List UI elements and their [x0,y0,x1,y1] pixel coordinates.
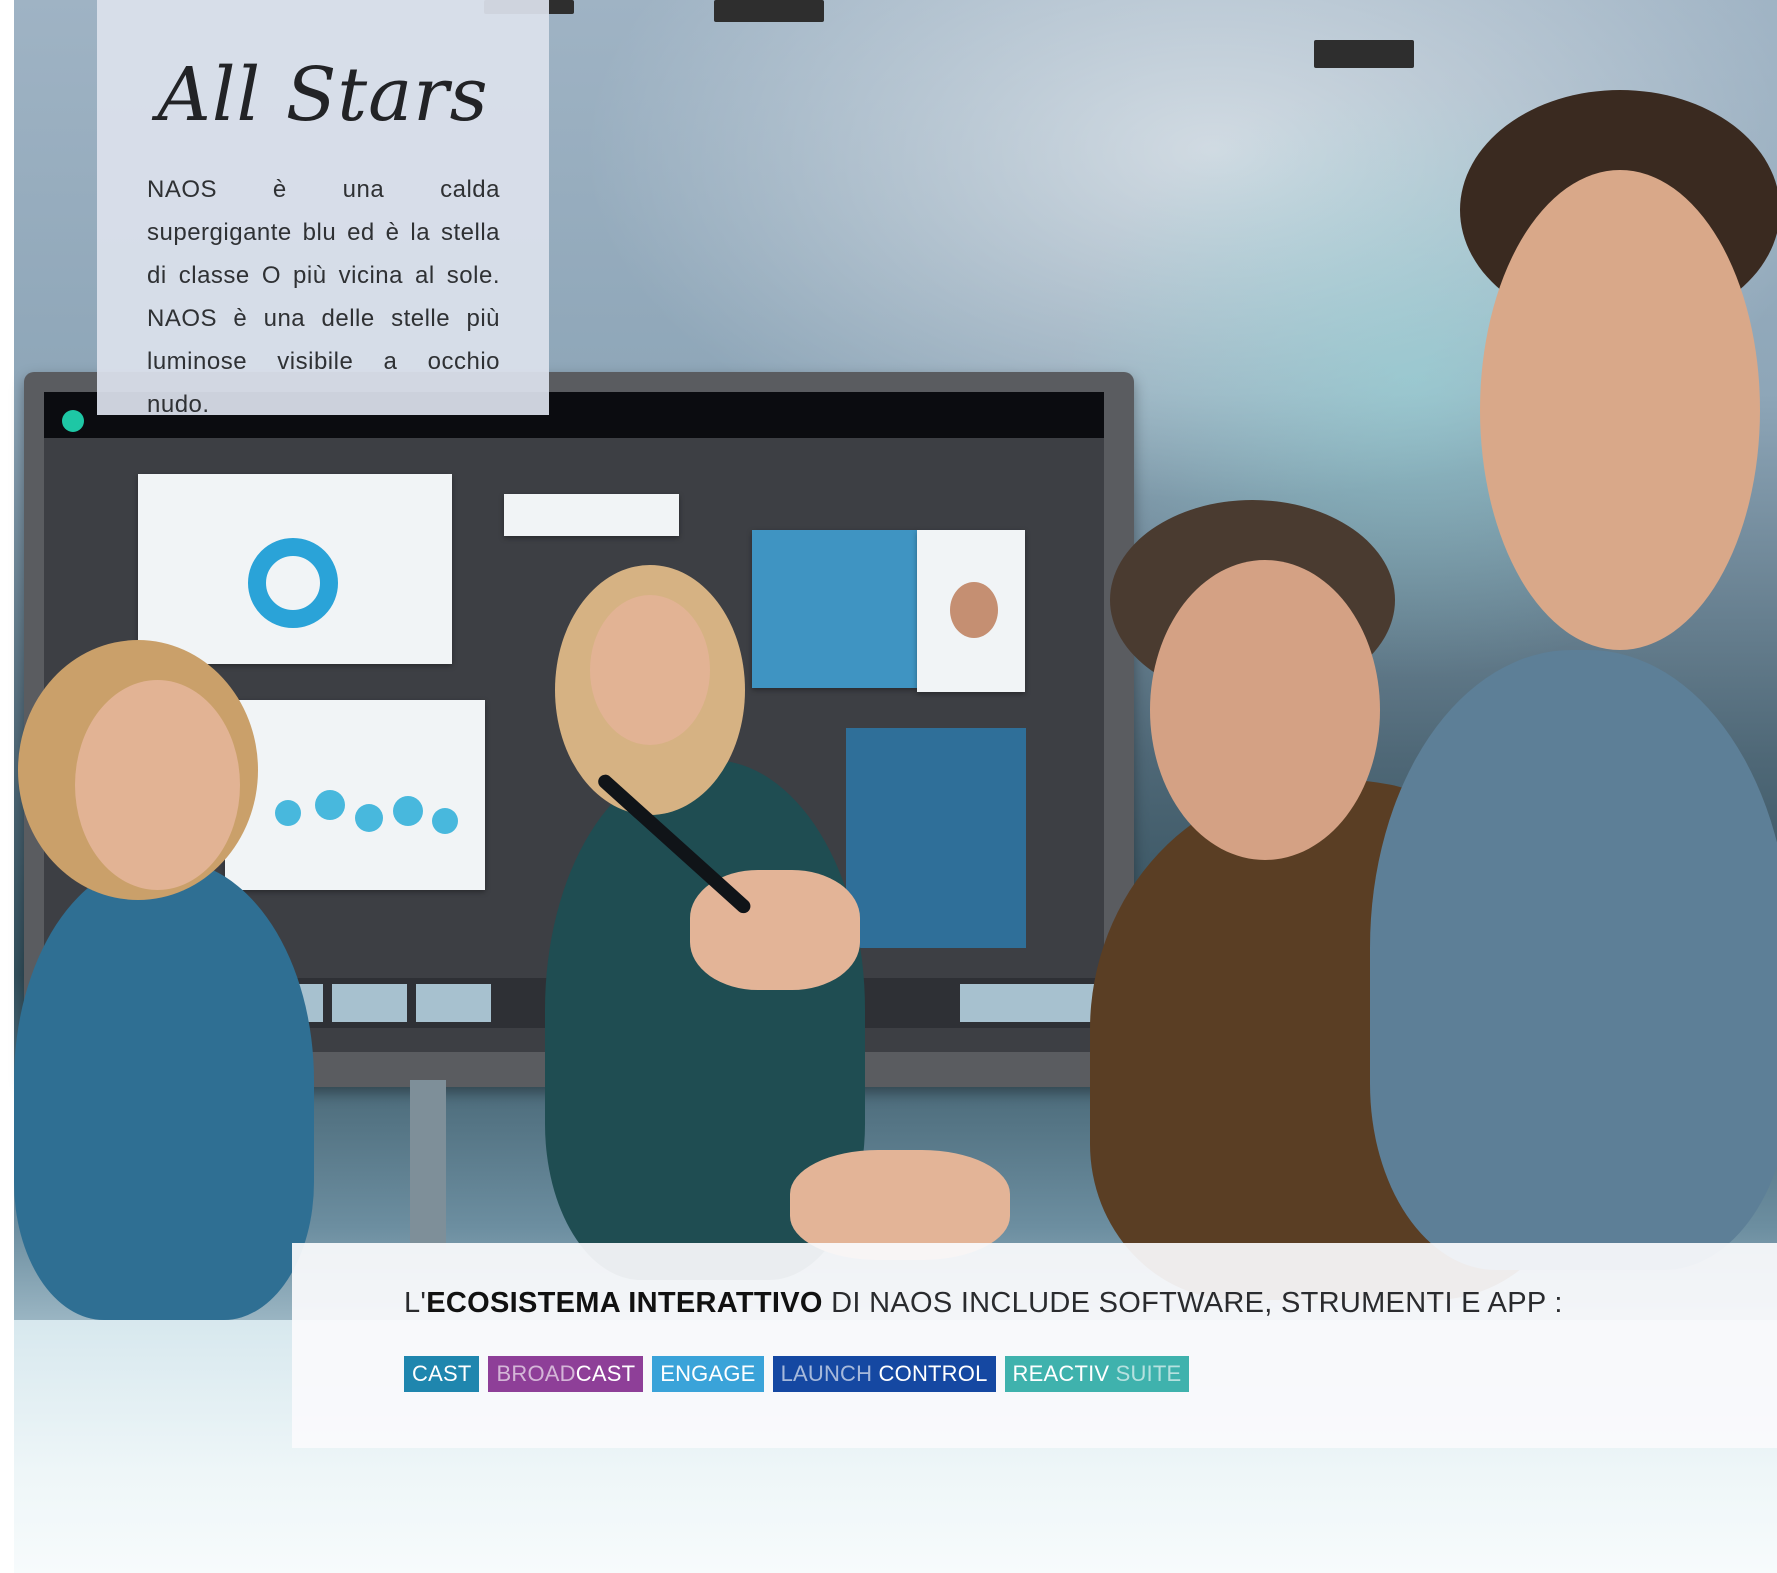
bubble [355,804,383,832]
tag-part-1: CAST [412,1361,472,1386]
ceiling-light [1314,40,1414,68]
bubble [315,790,345,820]
thumbnail [416,984,491,1022]
man-right-body [1370,650,1777,1270]
tag-cast[interactable]: CAST [404,1356,480,1392]
man-middle-face [1150,560,1380,860]
profile-photo [950,582,998,638]
donut-graphic [248,538,338,628]
woman-center-face [590,595,710,745]
tag-part-2: CAST [575,1361,636,1386]
bubble [432,808,458,834]
display-app-dot [62,410,84,432]
tag-launch-control[interactable]: LAUNCH CONTROL [772,1356,996,1392]
tag-broadcast[interactable]: BROADCAST [488,1356,644,1392]
intro-title: All Stars [157,52,489,138]
tag-reactiv-suite[interactable]: REACTIV SUITE [1004,1356,1190,1392]
ceiling-light [714,0,824,22]
intro-text: NAOS è una calda supergigante blu ed è l… [147,176,500,418]
display-card-blue [752,530,917,688]
display-card-bubbles [225,700,485,890]
tag-part-1: ENGAGE [660,1361,756,1386]
woman-left-body [14,860,314,1320]
man-right-face [1480,170,1760,650]
bubble [275,800,301,826]
display-stand [410,1080,446,1250]
bubble [393,796,423,826]
tag-part-1: REACTIV [1012,1361,1116,1386]
thumbnail [960,984,1035,1022]
banner-prefix: L' [404,1287,427,1319]
tag-part-1: LAUNCH [780,1361,879,1386]
ecosystem-banner: L'ECOSISTEMA INTERATTIVO DI NAOS INCLUDE… [292,1243,1777,1448]
tag-part-1: BROAD [496,1361,576,1386]
display-card-map [846,728,1026,948]
banner-rest: DI NAOS INCLUDE SOFTWARE, STRUMENTI E AP… [822,1287,1563,1319]
thumbnail [332,984,407,1022]
tag-part-2: CONTROL [878,1361,988,1386]
tag-engage[interactable]: ENGAGE [652,1356,764,1392]
woman-left-face [75,680,240,890]
intro-card: All Stars NAOS è una calda supergigante … [97,0,549,418]
banner-heading: L'ECOSISTEMA INTERATTIVO DI NAOS INCLUDE… [404,1287,1563,1320]
banner-bold: ECOSISTEMA INTERATTIVO [426,1287,823,1319]
display-card-header [504,494,679,536]
tag-part-2: SUITE [1115,1361,1182,1386]
product-tags: CAST BROADCAST ENGAGE LAUNCH CONTROL REA… [404,1356,1190,1392]
